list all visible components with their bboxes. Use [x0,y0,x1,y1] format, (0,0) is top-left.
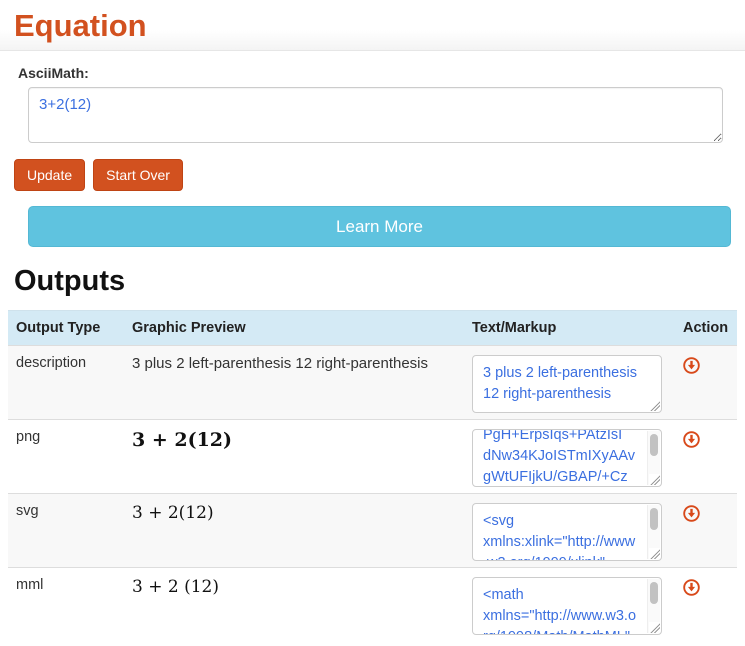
column-header-action: Action [675,320,737,336]
markup-text: <math xmlns="http://www.w3.o rg/1998/Mat… [473,578,661,635]
graphic-preview-cell: 3 + 2(12) [124,429,464,487]
column-header-graphic-preview: Graphic Preview [124,320,464,336]
action-cell [675,429,737,487]
start-over-button[interactable]: Start Over [93,159,183,191]
table-header-row: Output Type Graphic Preview Text/Markup … [8,310,737,345]
download-icon[interactable] [683,505,700,522]
text-markup-cell: PgH+ErpsIqs+PAtzIsI dNw34KJoISTmIXyAAv g… [464,429,675,487]
resize-handle-icon[interactable] [649,622,660,633]
text-markup-cell: <svg xmlns:xlink="http://www .w3.org/199… [464,503,675,561]
scrollbar-thumb[interactable] [650,434,658,456]
output-type-cell: svg [8,503,124,561]
action-cell [675,577,737,635]
page-title: Equation [14,8,731,44]
table-row: mml 3 + 2 (12) <math xmlns="http://www.w… [8,567,737,641]
page-header: Equation [0,0,745,51]
markup-textarea[interactable]: PgH+ErpsIqs+PAtzIsI dNw34KJoISTmIXyAAv g… [472,429,662,487]
download-icon[interactable] [683,357,700,374]
action-cell [675,355,737,413]
outputs-heading: Outputs [14,265,745,298]
resize-handle-icon[interactable] [649,474,660,485]
action-cell [675,503,737,561]
markup-textarea[interactable]: 3 plus 2 left-parenthesis 12 right-paren… [472,355,662,413]
resize-handle-icon[interactable] [649,548,660,559]
resize-handle-icon[interactable] [649,400,660,411]
table-row: png 3 + 2(12) PgH+ErpsIqs+PAtzIsI dNw34K… [8,419,737,493]
markup-textarea[interactable]: <math xmlns="http://www.w3.o rg/1998/Mat… [472,577,662,635]
scrollbar-thumb[interactable] [650,508,658,530]
outputs-table: Output Type Graphic Preview Text/Markup … [8,310,737,641]
download-icon[interactable] [683,579,700,596]
update-button[interactable]: Update [14,159,85,191]
markup-text: <svg xmlns:xlink="http://www .w3.org/199… [473,504,661,561]
graphic-preview-cell: 3 + 2 (12) [124,577,464,635]
text-markup-cell: 3 plus 2 left-parenthesis 12 right-paren… [464,355,675,413]
markup-textarea[interactable]: <svg xmlns:xlink="http://www .w3.org/199… [472,503,662,561]
scrollbar-thumb[interactable] [650,582,658,604]
learn-more-button[interactable]: Learn More [28,206,731,247]
table-row: description 3 plus 2 left-parenthesis 12… [8,345,737,419]
output-type-cell: description [8,355,124,413]
text-markup-cell: <math xmlns="http://www.w3.o rg/1998/Mat… [464,577,675,635]
table-row: svg 3 + 2(12) <svg xmlns:xlink="http://w… [8,493,737,567]
output-type-cell: png [8,429,124,487]
column-header-output-type: Output Type [8,320,124,336]
download-icon[interactable] [683,431,700,448]
form-buttons: Update Start Over [14,159,745,191]
output-type-cell: mml [8,577,124,635]
asciimath-label: AsciiMath: [18,65,745,81]
markup-text: 3 plus 2 left-parenthesis 12 right-paren… [473,356,661,405]
column-header-text-markup: Text/Markup [464,320,675,336]
markup-text: PgH+ErpsIqs+PAtzIsI dNw34KJoISTmIXyAAv g… [473,429,661,487]
graphic-preview-cell: 3 + 2(12) [124,503,464,561]
graphic-preview-cell: 3 plus 2 left-parenthesis 12 right-paren… [124,355,464,413]
asciimath-input[interactable]: 3+2(12) [28,87,723,143]
